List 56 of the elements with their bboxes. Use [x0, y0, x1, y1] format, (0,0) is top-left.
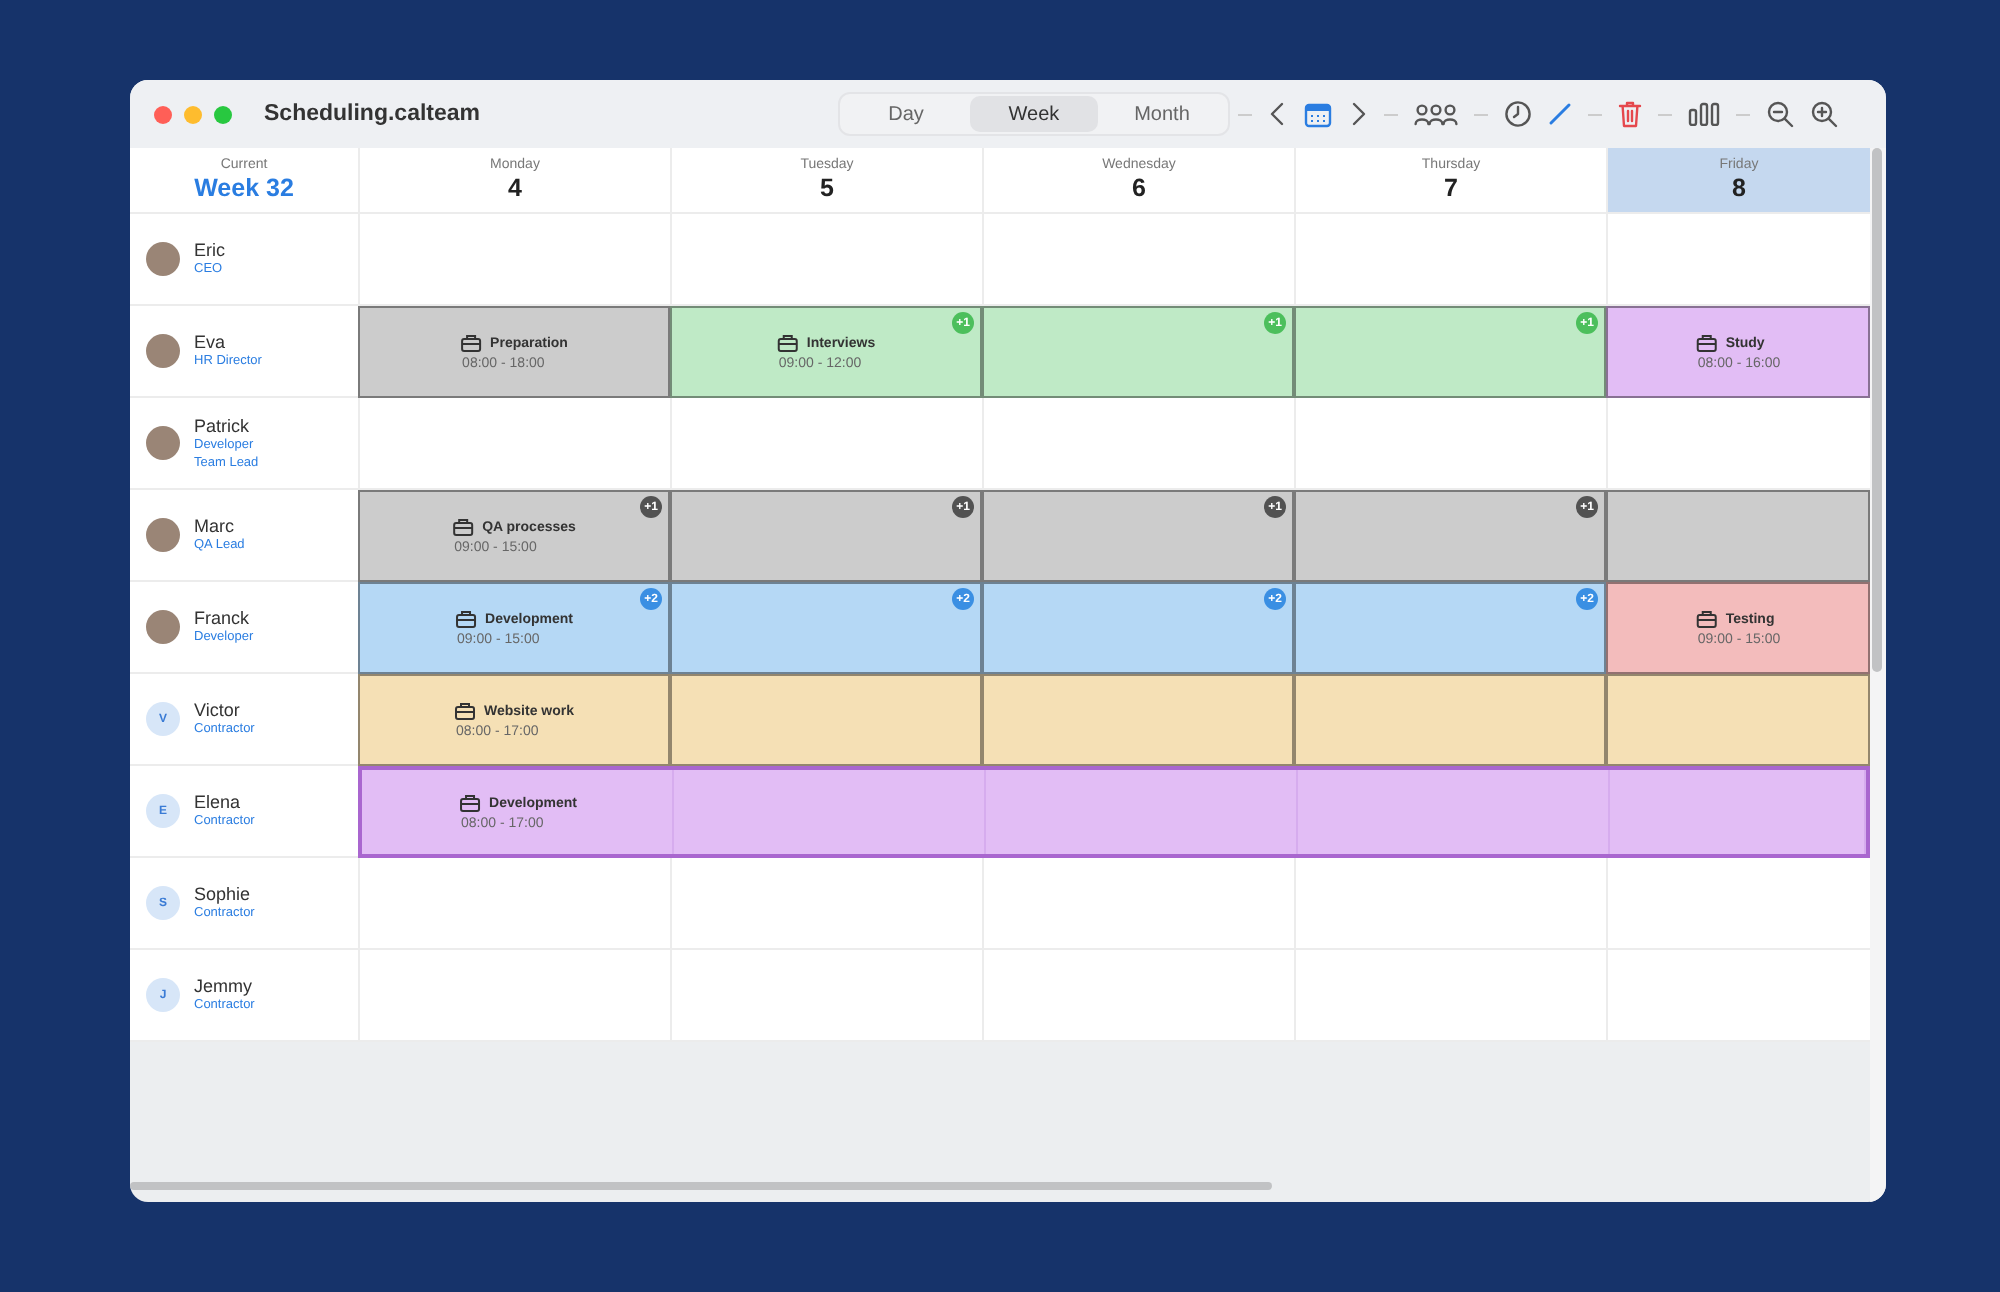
view-tab[interactable]: Month	[1098, 96, 1226, 132]
clock-icon[interactable]	[1504, 100, 1532, 128]
day-date: 4	[508, 174, 522, 202]
event-cell[interactable]	[982, 674, 1294, 766]
person-name: Patrick	[194, 415, 252, 435]
person-name: Marc	[194, 516, 236, 536]
zoom-out-icon[interactable]	[1766, 100, 1794, 128]
briefcase-icon	[1695, 333, 1718, 353]
avatar-photo-placeholder	[146, 426, 180, 460]
bar-chart-icon[interactable]	[1688, 102, 1720, 126]
briefcase-icon	[452, 517, 475, 537]
calendar-icon[interactable]	[1304, 101, 1332, 127]
view-tab[interactable]: Day	[842, 96, 970, 132]
day-date: 7	[1444, 174, 1458, 202]
avatar-photo-placeholder	[146, 610, 180, 644]
person-name: Franck	[194, 608, 252, 628]
event-cell[interactable]	[670, 674, 982, 766]
empty-grid-cell[interactable]	[1294, 858, 1606, 950]
person-name: Elena	[194, 792, 243, 812]
briefcase-icon	[459, 793, 482, 813]
empty-grid-cell[interactable]	[358, 858, 670, 950]
view-tab[interactable]: Week	[970, 96, 1098, 132]
briefcase-icon	[776, 333, 799, 353]
person-name: Eva	[194, 332, 228, 352]
event-cell[interactable]	[1606, 674, 1870, 766]
person-name: Eric	[194, 240, 225, 260]
people-icon[interactable]	[1414, 102, 1458, 126]
horizontal-scrollbar-thumb[interactable]	[130, 1182, 1272, 1190]
avatar-photo-placeholder	[146, 334, 180, 368]
chevron-right-icon[interactable]	[1348, 100, 1368, 128]
event-cell[interactable]	[1606, 490, 1870, 582]
pencil-icon[interactable]	[1548, 102, 1572, 126]
window-title: Scheduling.calteam	[264, 102, 483, 126]
briefcase-icon	[1695, 609, 1718, 629]
person-name: Victor	[194, 700, 242, 720]
window-control-dot[interactable]	[154, 105, 172, 123]
vertical-scrollbar-thumb[interactable]	[1872, 148, 1882, 672]
briefcase-icon	[460, 333, 483, 353]
person-name: Jemmy	[194, 976, 254, 996]
briefcase-icon	[454, 701, 476, 721]
window-control-dot[interactable]	[214, 105, 232, 123]
empty-grid-cell[interactable]	[982, 858, 1294, 950]
briefcase-icon	[455, 609, 478, 629]
avatar-photo-placeholder	[146, 518, 180, 552]
trash-icon[interactable]	[1618, 100, 1642, 128]
day-date: 8	[1732, 174, 1746, 202]
chevron-left-icon[interactable]	[1268, 100, 1288, 128]
empty-grid-cell[interactable]	[670, 858, 982, 950]
event-cell[interactable]	[1294, 674, 1606, 766]
window-control-dot[interactable]	[184, 105, 202, 123]
zoom-in-icon[interactable]	[1810, 100, 1838, 128]
day-date: 5	[820, 174, 834, 202]
week-number: Week 32	[194, 174, 294, 202]
avatar-photo-placeholder	[146, 242, 180, 276]
day-date: 6	[1132, 174, 1146, 202]
person-name: Sophie	[194, 884, 253, 904]
